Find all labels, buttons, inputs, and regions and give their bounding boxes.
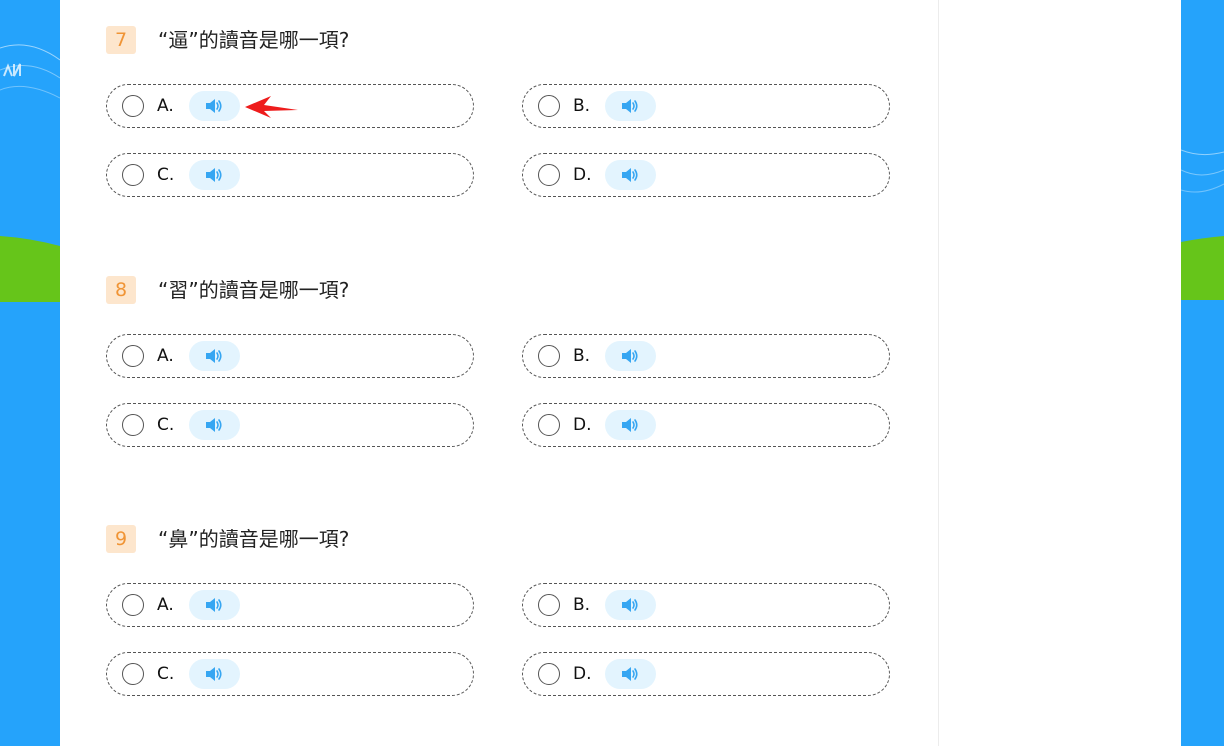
option-c[interactable]: C.: [106, 652, 474, 696]
question-number-badge: 7: [106, 26, 136, 54]
question-title: “逼”的讀音是哪一項?: [158, 28, 350, 52]
column-divider: [938, 0, 939, 746]
radio-circle-icon[interactable]: [538, 164, 560, 186]
radio-circle-icon[interactable]: [122, 414, 144, 436]
radio-circle-icon[interactable]: [538, 663, 560, 685]
radio-circle-icon[interactable]: [538, 414, 560, 436]
audio-play-button[interactable]: [189, 341, 240, 371]
audio-play-button[interactable]: [189, 590, 240, 620]
radio-circle-icon[interactable]: [538, 95, 560, 117]
question-number-badge: 9: [106, 525, 136, 553]
radio-circle-icon[interactable]: [538, 594, 560, 616]
radio-circle-icon[interactable]: [122, 164, 144, 186]
option-letter: A.: [157, 595, 174, 615]
option-d[interactable]: D.: [522, 153, 890, 197]
audio-play-button[interactable]: [605, 91, 656, 121]
red-arrow-annotation: [245, 96, 298, 118]
radio-circle-icon[interactable]: [122, 95, 144, 117]
background-left-decoration: [0, 0, 60, 746]
option-d[interactable]: D.: [522, 403, 890, 447]
audio-play-button[interactable]: [605, 410, 656, 440]
option-a[interactable]: A.: [106, 583, 474, 627]
option-letter: B.: [573, 595, 591, 615]
option-letter: C.: [157, 415, 175, 435]
quiz-page: 7 “逼”的讀音是哪一項? A. B. C. D. 8 “習”的讀音是哪一項? A. B. C. D.…: [60, 0, 1181, 746]
option-letter: B.: [573, 346, 591, 366]
radio-circle-icon[interactable]: [538, 345, 560, 367]
audio-play-button[interactable]: [189, 160, 240, 190]
option-letter: A.: [157, 96, 174, 116]
option-d[interactable]: D.: [522, 652, 890, 696]
option-b[interactable]: B.: [522, 84, 890, 128]
audio-play-button[interactable]: [189, 659, 240, 689]
audio-play-button[interactable]: [605, 160, 656, 190]
audio-play-button[interactable]: [605, 659, 656, 689]
radio-circle-icon[interactable]: [122, 345, 144, 367]
option-letter: B.: [573, 96, 591, 116]
question-title: “鼻”的讀音是哪一項?: [158, 527, 350, 551]
radio-circle-icon[interactable]: [122, 663, 144, 685]
option-letter: C.: [157, 165, 175, 185]
audio-play-button[interactable]: [605, 590, 656, 620]
question-title: “習”的讀音是哪一項?: [158, 278, 350, 302]
option-b[interactable]: B.: [522, 583, 890, 627]
option-c[interactable]: C.: [106, 153, 474, 197]
audio-play-button[interactable]: [605, 341, 656, 371]
background-right-decoration: [1181, 0, 1224, 746]
radio-circle-icon[interactable]: [122, 594, 144, 616]
option-letter: A.: [157, 346, 174, 366]
option-letter: C.: [157, 664, 175, 684]
audio-play-button[interactable]: [189, 91, 240, 121]
option-a[interactable]: A.: [106, 334, 474, 378]
option-c[interactable]: C.: [106, 403, 474, 447]
question-number-badge: 8: [106, 276, 136, 304]
option-letter: D.: [573, 415, 592, 435]
option-b[interactable]: B.: [522, 334, 890, 378]
audio-play-button[interactable]: [189, 410, 240, 440]
option-letter: D.: [573, 165, 592, 185]
option-letter: D.: [573, 664, 592, 684]
